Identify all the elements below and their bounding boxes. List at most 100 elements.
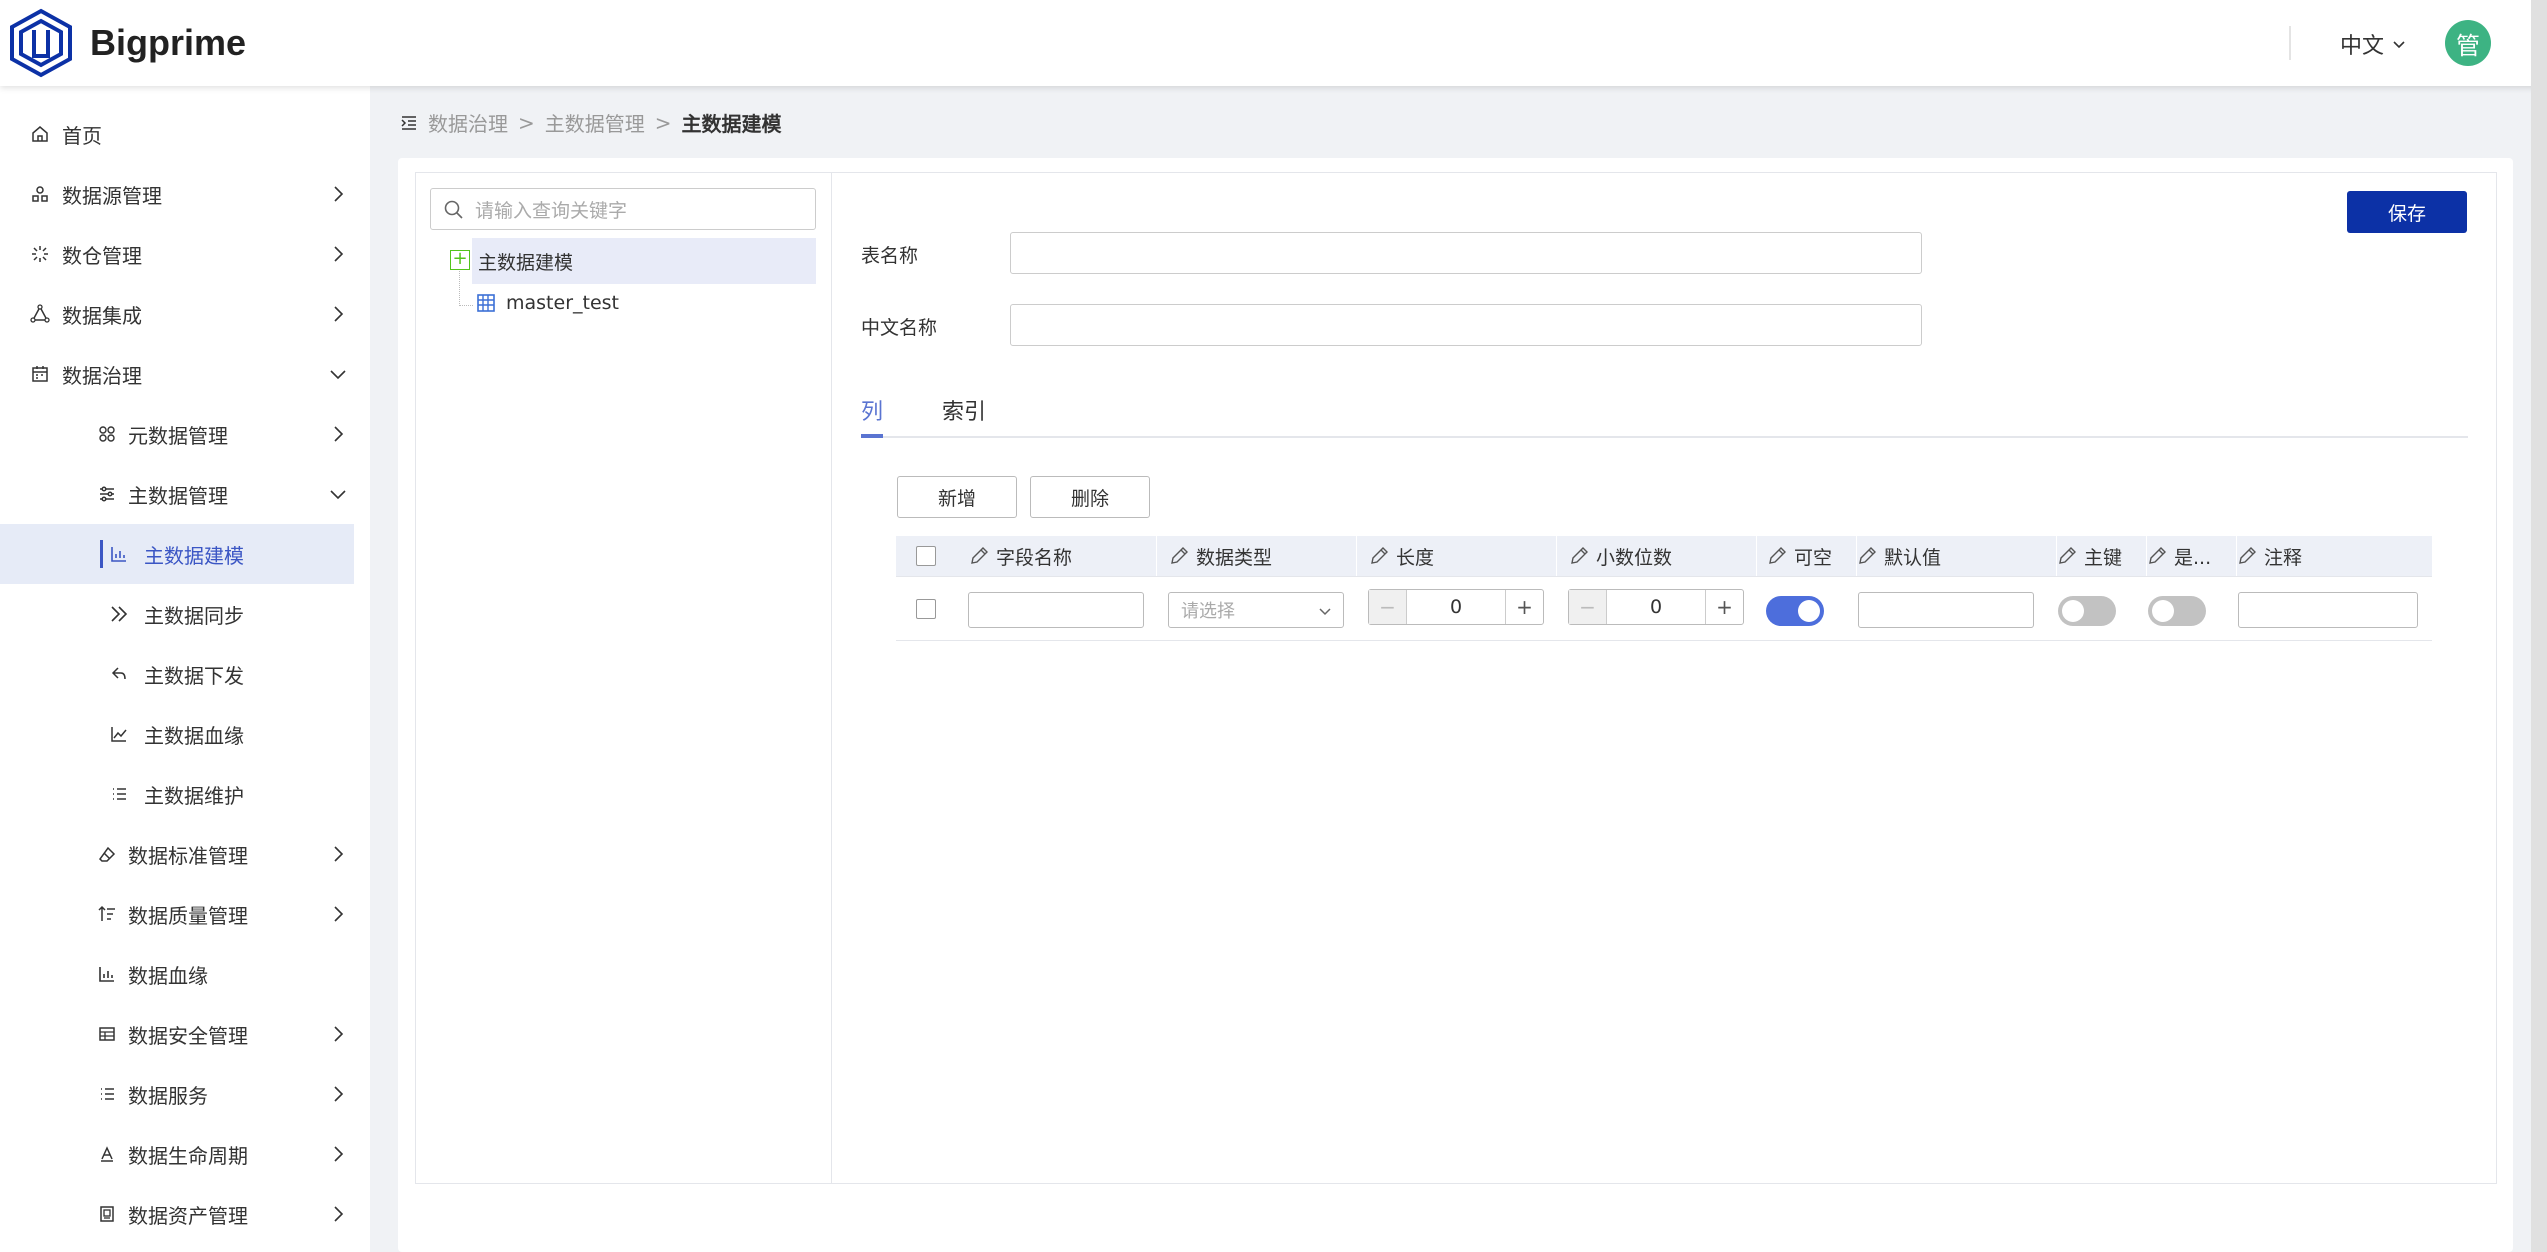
sidebar-item-data-service[interactable]: 数据服务 (0, 1064, 354, 1124)
language-switch[interactable]: 中文 (2340, 28, 2406, 60)
table-header: 字段名称 数据类型 长度 小数位数 可空 默认值 主键 是... 注释 (896, 536, 2432, 576)
breadcrumb-item[interactable]: 主数据管理 (545, 108, 645, 137)
sidebar-item-metadata[interactable]: 元数据管理 (0, 404, 354, 464)
toggle-knob (2152, 600, 2174, 622)
cn-name-label: 中文名称 (861, 317, 938, 339)
delete-button[interactable]: 删除 (1030, 476, 1150, 518)
sidebar-item-label: 数据血缘 (128, 963, 208, 988)
chevron-right-icon (334, 426, 344, 442)
sidebar-item-governance[interactable]: 数据治理 (0, 344, 354, 404)
th-label: 数据类型 (1196, 546, 1273, 569)
grid-icon (96, 1023, 118, 1045)
th-nullable[interactable]: 可空 (1766, 536, 1832, 576)
th-data-type[interactable]: 数据类型 (1168, 536, 1272, 576)
sidebar-item-master-modeling[interactable]: 主数据建模 (0, 524, 354, 584)
menu-fold-icon[interactable] (400, 114, 418, 132)
chevron-right-icon (334, 1026, 344, 1042)
add-button[interactable]: 新增 (897, 476, 1017, 518)
cn-name-input[interactable] (1010, 304, 1922, 346)
sidebar-item-master-maintain[interactable]: 主数据维护 (0, 764, 354, 824)
th-label: 字段名称 (996, 546, 1073, 569)
edit-pen-icon (2239, 547, 2256, 564)
comment-input[interactable] (2238, 592, 2418, 628)
sidebar-item-data-standard[interactable]: 数据标准管理 (0, 824, 354, 884)
user-avatar[interactable]: 管 (2445, 20, 2491, 66)
list-icon (108, 783, 130, 805)
th-field-name[interactable]: 字段名称 (968, 536, 1072, 576)
th-length[interactable]: 长度 (1368, 536, 1434, 576)
row-checkbox[interactable] (916, 599, 936, 619)
sidebar-item-datasource[interactable]: 数据源管理 (0, 164, 354, 224)
increment-button[interactable]: + (1505, 590, 1543, 624)
sidebar-item-home[interactable]: 首页 (0, 104, 354, 164)
window-scrollbar-strip (2531, 0, 2547, 1252)
sidebar-item-data-asset[interactable]: 数据资产管理 (0, 1184, 354, 1244)
sidebar-item-label: 数仓管理 (62, 243, 142, 268)
sidebar-item-data-lineage[interactable]: 数据血缘 (0, 944, 354, 1004)
toggle-knob (2062, 600, 2084, 622)
sidebar-item-integration[interactable]: 数据集成 (0, 284, 354, 344)
th-default[interactable]: 默认值 (1856, 536, 1941, 576)
filter-list-icon (96, 903, 118, 925)
line-chart-icon (108, 723, 130, 745)
tree-node-root[interactable]: 主数据建模 (472, 238, 816, 284)
decimals-stepper[interactable]: − 0 + (1568, 589, 1744, 625)
th-label: 默认值 (1884, 546, 1942, 569)
expand-icon[interactable]: + (450, 250, 470, 270)
sidebar-item-master-data[interactable]: 主数据管理 (0, 464, 354, 524)
save-button[interactable]: 保存 (2347, 191, 2467, 233)
th-divider (1756, 536, 1757, 576)
default-value-input[interactable] (1858, 592, 2034, 628)
tree-search-input[interactable]: 请输入查询关键字 (430, 188, 816, 230)
sidebar-item-data-security[interactable]: 数据安全管理 (0, 1004, 354, 1064)
sidebar-item-label: 数据生命周期 (128, 1143, 248, 1168)
list-icon (96, 1083, 118, 1105)
tree-node-label: master_test (506, 292, 619, 314)
sidebar-item-label: 数据治理 (62, 363, 142, 388)
sidebar-item-data-quality[interactable]: 数据质量管理 (0, 884, 354, 944)
sidebar-item-master-distribute[interactable]: 主数据下发 (0, 644, 354, 704)
sidebar-item-master-lineage[interactable]: 主数据血缘 (0, 704, 354, 764)
increment-button[interactable]: + (1705, 590, 1743, 624)
decimals-value[interactable]: 0 (1607, 590, 1705, 624)
breadcrumb: 数据治理 > 主数据管理 > 主数据建模 (400, 108, 782, 137)
sidebar-item-data-lifecycle[interactable]: 数据生命周期 (0, 1124, 354, 1184)
th-label: 长度 (1396, 546, 1435, 569)
th-label: 是... (2174, 546, 2212, 569)
tab-index[interactable]: 索引 (942, 394, 986, 426)
row-divider (896, 576, 2432, 577)
metadata-icon (96, 423, 118, 445)
decrement-button[interactable]: − (1569, 590, 1607, 624)
th-decimals[interactable]: 小数位数 (1568, 536, 1672, 576)
field-name-input[interactable] (968, 592, 1144, 628)
breadcrumb-separator: > (518, 110, 535, 135)
tree-node-child[interactable]: master_test (476, 292, 619, 314)
primary-key-toggle[interactable] (2058, 596, 2116, 626)
search-icon (444, 200, 463, 219)
governance-icon (29, 363, 51, 385)
sidebar-item-master-sync[interactable]: 主数据同步 (0, 584, 354, 644)
length-value[interactable]: 0 (1407, 590, 1505, 624)
edit-pen-icon (1859, 547, 1876, 564)
nullable-toggle[interactable] (1766, 596, 1824, 626)
th-divider (1156, 536, 1157, 576)
home-icon (29, 123, 51, 145)
data-type-select[interactable]: 请选择 (1168, 592, 1344, 628)
sidebar-item-label: 主数据管理 (128, 483, 228, 508)
row-divider (896, 640, 2432, 641)
sidebar-item-label: 数据集成 (62, 303, 142, 328)
select-all-checkbox[interactable] (916, 546, 936, 566)
length-stepper[interactable]: − 0 + (1368, 589, 1544, 625)
is-flag-toggle[interactable] (2148, 596, 2206, 626)
breadcrumb-item[interactable]: 数据治理 (428, 108, 508, 137)
bar-chart-icon (108, 543, 130, 565)
edit-pen-icon (2059, 547, 2076, 564)
th-primary-key[interactable]: 主键 (2056, 536, 2122, 576)
tab-columns[interactable]: 列 (861, 394, 883, 426)
chevron-right-icon (334, 1146, 344, 1162)
decrement-button[interactable]: − (1369, 590, 1407, 624)
th-is-flag[interactable]: 是... (2146, 536, 2211, 576)
th-comment[interactable]: 注释 (2236, 536, 2302, 576)
table-name-input[interactable] (1010, 232, 1922, 274)
sidebar-item-warehouse[interactable]: 数仓管理 (0, 224, 354, 284)
